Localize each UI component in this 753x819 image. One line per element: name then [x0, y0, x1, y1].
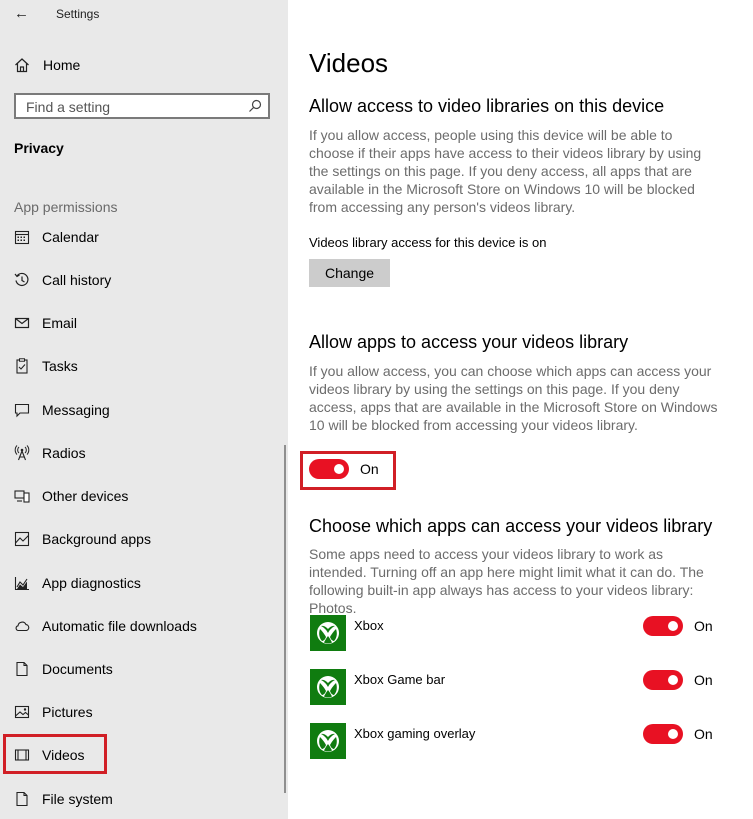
call-history-icon: [14, 272, 29, 287]
sidebar-item-radios[interactable]: Radios: [14, 443, 86, 463]
sidebar-item-file-system[interactable]: File system: [14, 789, 113, 809]
xbox-icon: [310, 669, 346, 705]
sidebar-item-label: File system: [42, 791, 113, 807]
app-name: Xbox: [354, 618, 384, 633]
background-apps-icon: [14, 531, 30, 547]
xbox-icon: [310, 723, 346, 759]
sidebar-item-label: Messaging: [42, 402, 110, 418]
sidebar-item-label: Tasks: [42, 358, 78, 374]
apps-access-description: If you allow access, you can choose whic…: [309, 363, 718, 433]
document-icon: [16, 661, 28, 677]
choose-apps-heading: Choose which apps can access your videos…: [309, 516, 713, 536]
cloud-icon: [15, 621, 30, 632]
sidebar-item-label: Background apps: [42, 531, 151, 547]
back-arrow-icon[interactable]: ←: [14, 5, 29, 22]
sidebar-item-label: App diagnostics: [42, 575, 141, 591]
sidebar-item-label: Call history: [42, 272, 112, 288]
sidebar-item-call-history[interactable]: Call history: [14, 270, 111, 290]
app-toggle-label: On: [694, 618, 713, 634]
section-title: Privacy: [14, 140, 64, 156]
sidebar-item-label: Documents: [42, 661, 113, 677]
email-icon: [14, 317, 30, 329]
xbox-icon: [310, 615, 346, 651]
tasks-icon: [16, 358, 28, 374]
sidebar-item-app-diagnostics[interactable]: App diagnostics: [14, 573, 141, 593]
sidebar: ← Settings Home Privacy App permissions …: [0, 0, 288, 819]
choose-apps-description: Some apps need to access your videos lib…: [309, 546, 704, 616]
home-nav-item[interactable]: Home: [14, 55, 80, 75]
file-system-icon: [16, 791, 28, 807]
app-toggle-label: On: [694, 726, 713, 742]
app-diagnostics-icon: [14, 577, 29, 591]
app-name: Xbox Game bar: [354, 672, 446, 687]
sidebar-item-messaging[interactable]: Messaging: [14, 400, 110, 420]
app-toggle-label: On: [694, 672, 713, 688]
sidebar-item-label: Radios: [42, 445, 86, 461]
app-toggle-xbox-game-bar[interactable]: [643, 670, 683, 690]
other-devices-icon: [14, 490, 30, 503]
sidebar-item-tasks[interactable]: Tasks: [14, 356, 78, 376]
messaging-icon: [14, 403, 30, 418]
app-name: Xbox gaming overlay: [354, 726, 476, 741]
title-bar: ← Settings: [0, 0, 288, 28]
sidebar-item-automatic-file-downloads[interactable]: Automatic file downloads: [14, 616, 197, 636]
search-input[interactable]: [24, 96, 248, 118]
sidebar-item-pictures[interactable]: Pictures: [14, 702, 93, 722]
change-button[interactable]: Change: [309, 259, 390, 287]
pictures-icon: [14, 705, 30, 719]
app-toggle-xbox-gaming-overlay[interactable]: [643, 724, 683, 744]
sidebar-scrollbar[interactable]: [284, 445, 286, 793]
sidebar-item-label: Automatic file downloads: [42, 618, 197, 634]
device-access-heading: Allow access to video libraries on this …: [309, 96, 665, 116]
home-label: Home: [43, 57, 81, 73]
main-content: Videos Allow access to video libraries o…: [288, 0, 753, 819]
app-toggle-xbox[interactable]: [643, 616, 683, 636]
sidebar-item-email[interactable]: Email: [14, 313, 77, 333]
sidebar-item-label: Calendar: [42, 229, 99, 245]
window-title: Settings: [56, 7, 100, 21]
videos-highlight-box: [3, 734, 107, 774]
page-title: Videos: [309, 48, 389, 78]
home-icon: [15, 58, 29, 73]
sidebar-item-documents[interactable]: Documents: [14, 659, 113, 679]
search-box[interactable]: [14, 93, 270, 119]
sidebar-item-calendar[interactable]: Calendar: [14, 227, 99, 247]
sidebar-item-label: Email: [42, 315, 78, 331]
search-icon[interactable]: [248, 99, 262, 113]
sidebar-item-background-apps[interactable]: Background apps: [14, 529, 151, 549]
sidebar-item-other-devices[interactable]: Other devices: [14, 486, 128, 506]
apps-access-heading: Allow apps to access your videos library: [309, 332, 629, 352]
calendar-icon: [14, 230, 30, 245]
group-label: App permissions: [14, 199, 118, 215]
sidebar-item-label: Pictures: [42, 704, 93, 720]
toggle-highlight-box: [300, 451, 396, 490]
device-access-status: Videos library access for this device is…: [309, 235, 547, 250]
radios-icon: [14, 445, 30, 461]
device-access-description: If you allow access, people using this d…: [309, 127, 702, 215]
sidebar-item-label: Other devices: [42, 488, 129, 504]
